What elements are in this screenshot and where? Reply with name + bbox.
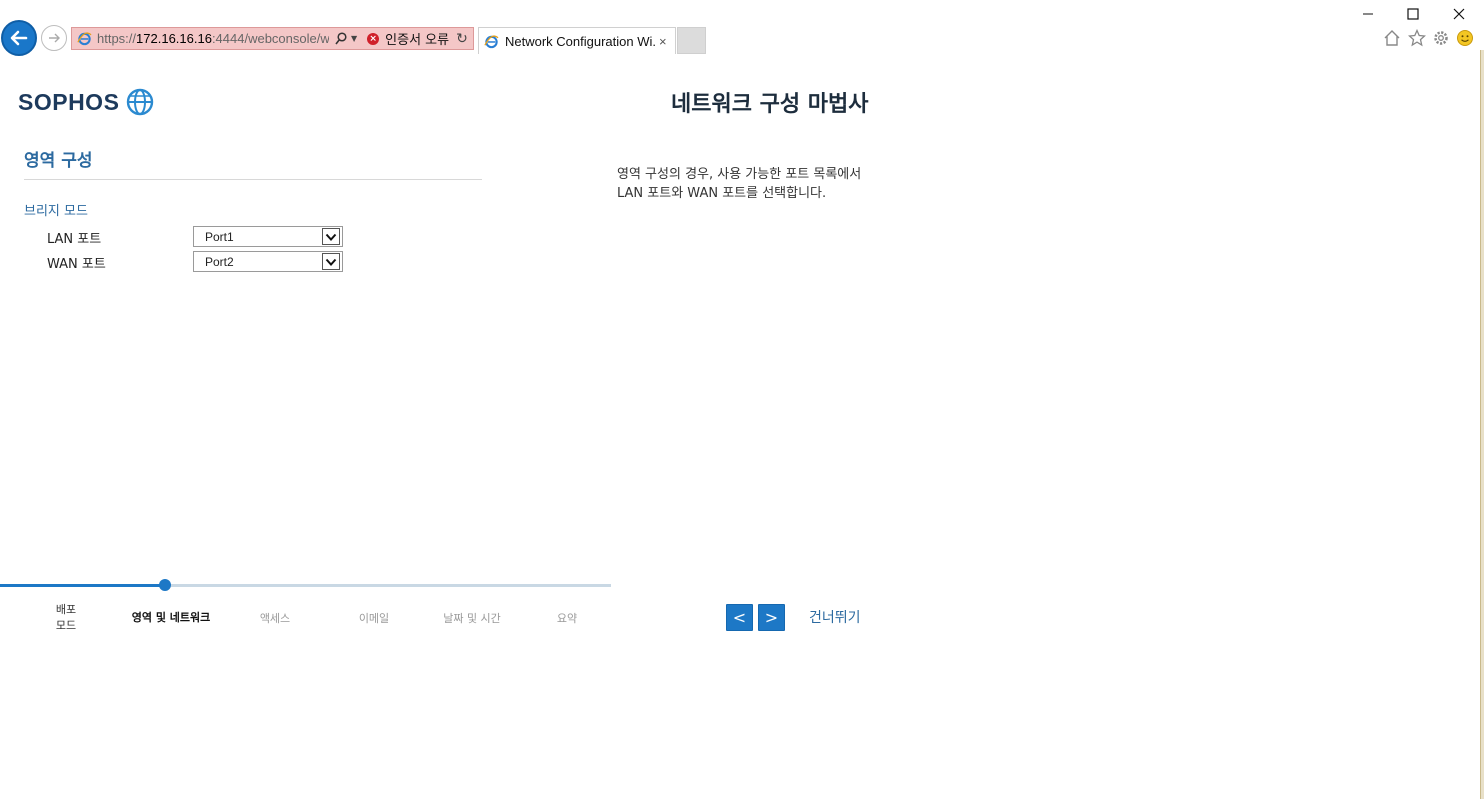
search-icon[interactable]	[335, 31, 347, 46]
cert-error-label[interactable]: 인증서 오류	[385, 29, 449, 48]
step-summary[interactable]: 요약	[547, 611, 587, 627]
ie-icon	[77, 32, 92, 46]
smiley-icon[interactable]	[1456, 29, 1474, 47]
progress-fill	[0, 584, 165, 587]
star-icon[interactable]	[1408, 29, 1426, 47]
logo-text: SOPHOS	[18, 88, 120, 115]
window-edge	[1480, 50, 1484, 799]
step-label: 날짜 및 시간	[443, 612, 501, 625]
new-tab-button[interactable]	[677, 27, 706, 54]
step-email[interactable]: 이메일	[344, 611, 404, 627]
ie-icon	[484, 34, 499, 48]
step-date-time[interactable]: 날짜 및 시간	[432, 611, 512, 627]
sophos-logo: SOPHOS	[18, 88, 154, 116]
wan-port-select[interactable]: Port2	[193, 251, 343, 272]
arrow-right-icon	[49, 33, 60, 43]
maximize-button[interactable]	[1403, 5, 1423, 23]
forward-button[interactable]	[41, 25, 67, 51]
url-text: https://172.16.16.16:4444/webconsole/we	[97, 31, 329, 46]
bridge-mode-label: 브리지 모드	[24, 204, 88, 219]
previous-button[interactable]: <	[726, 604, 753, 631]
tab-network-configuration[interactable]: Network Configuration Wi... ×	[478, 27, 676, 54]
step-access[interactable]: 액세스	[245, 611, 305, 627]
help-line: 영역 구성의 경우, 사용 가능한 포트 목록에서	[617, 167, 862, 182]
maximize-icon	[1407, 8, 1419, 20]
arrow-left-icon	[10, 30, 28, 46]
skip-link[interactable]: 건너뛰기	[809, 607, 861, 627]
progress-marker	[159, 579, 171, 591]
next-button[interactable]: >	[758, 604, 785, 631]
step-label: 배포	[55, 603, 77, 616]
wizard-progress-bar	[0, 579, 611, 591]
home-icon[interactable]	[1383, 29, 1401, 47]
lan-port-label: LAN 포트	[47, 232, 102, 247]
minimize-icon	[1363, 13, 1373, 15]
step-zone-network[interactable]: 영역 및 네트워크	[121, 610, 221, 626]
close-icon	[1453, 8, 1465, 20]
step-label: 영역 및 네트워크	[131, 611, 211, 624]
address-bar[interactable]: https://172.16.16.16:4444/webconsole/we …	[71, 27, 474, 50]
chevron-down-icon[interactable]	[322, 253, 340, 270]
close-window-button[interactable]	[1449, 5, 1469, 23]
step-label: 액세스	[259, 612, 291, 625]
help-text: 영역 구성의 경우, 사용 가능한 포트 목록에서 LAN 포트와 WAN 포트…	[617, 165, 861, 203]
refresh-icon[interactable]: ↻	[456, 31, 468, 47]
back-button[interactable]	[1, 20, 37, 56]
globe-icon	[127, 88, 154, 116]
section-title: 영역 구성	[24, 151, 93, 171]
step-label: 요약	[556, 612, 578, 625]
tab-title: Network Configuration Wi...	[505, 33, 657, 49]
minimize-button[interactable]	[1358, 5, 1378, 23]
step-label: 모드	[55, 619, 77, 632]
step-deploy-mode[interactable]: 배포 모드	[46, 602, 86, 634]
gear-icon[interactable]	[1432, 29, 1450, 47]
chevron-down-icon[interactable]	[322, 228, 340, 245]
step-label: 이메일	[358, 612, 390, 625]
help-line: LAN 포트와 WAN 포트를 선택합니다.	[617, 186, 827, 201]
wan-port-label: WAN 포트	[47, 257, 106, 272]
section-divider	[24, 179, 482, 180]
close-tab-icon[interactable]: ×	[659, 34, 667, 49]
wan-port-value: Port2	[205, 255, 234, 269]
browser-chrome: https://172.16.16.16:4444/webconsole/we …	[0, 0, 1484, 58]
cert-error-icon[interactable]: ×	[367, 32, 380, 45]
lan-port-value: Port1	[205, 230, 234, 244]
lan-port-select[interactable]: Port1	[193, 226, 343, 247]
wizard-title: 네트워크 구성 마법사	[671, 92, 869, 117]
dropdown-icon[interactable]: ▼	[351, 34, 357, 43]
